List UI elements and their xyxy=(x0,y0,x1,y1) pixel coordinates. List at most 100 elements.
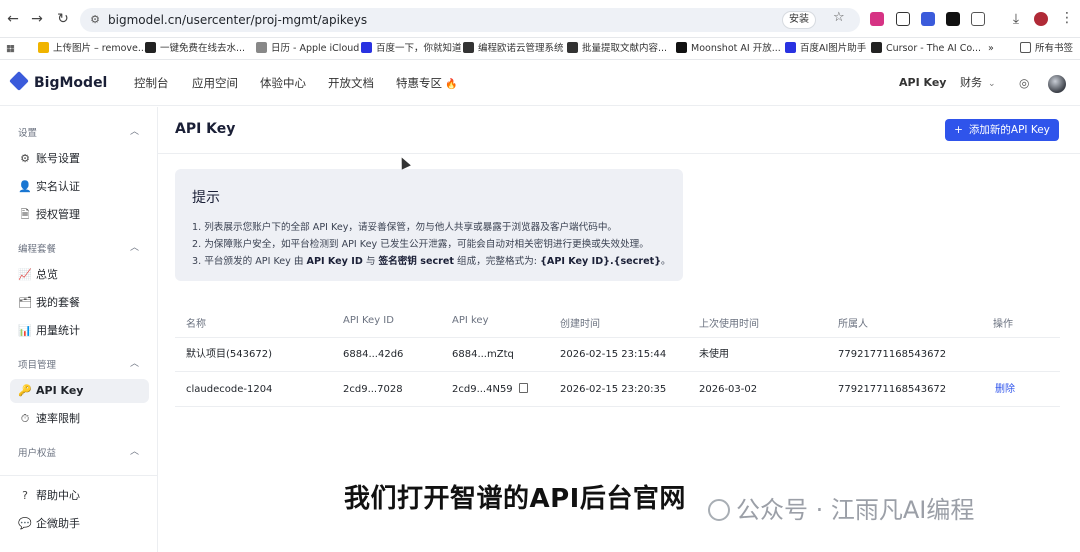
column-header-key: API key xyxy=(452,315,489,326)
bookmark-favicon-icon xyxy=(38,42,49,53)
column-header-last-used: 上次使用时间 xyxy=(699,319,759,330)
cell-key-id: 6884...42d6 xyxy=(343,349,404,360)
cell-created: 2026-02-15 23:15:44 xyxy=(560,349,667,360)
sidebar-group-projects: 项目管理 xyxy=(18,360,57,371)
bookmark-item[interactable]: Moonshot AI 开放... xyxy=(676,42,781,56)
tips-emphasis: 签名密钥 secret xyxy=(378,256,454,267)
bookmark-label: 百度一下，你就知道 xyxy=(376,43,462,54)
bookmark-item[interactable]: 日历 - Apple iCloud xyxy=(256,42,359,56)
sidebar-item-verification[interactable]: 👤 实名认证 xyxy=(10,175,149,199)
user-icon: 👤 xyxy=(18,180,32,193)
address-bar[interactable]: ⚙ bigmodel.cn/usercenter/proj-mgmt/apike… xyxy=(80,8,860,32)
bookmark-item[interactable]: 一键免费在线去水... xyxy=(145,42,245,56)
reload-icon[interactable]: ↻ xyxy=(54,10,72,28)
sidebar-item-label: 帮助中心 xyxy=(36,489,80,502)
cell-last-used: 2026-03-02 xyxy=(699,384,758,395)
all-bookmarks-label: 所有书签 xyxy=(1035,43,1074,54)
chevron-up-icon[interactable]: ︿ xyxy=(130,356,139,369)
sidebar-group-user-benefits: 用户权益 xyxy=(18,448,57,459)
sidebar-group-coding-plan: 编程套餐 xyxy=(18,244,57,255)
sidebar-item-label: 我的套餐 xyxy=(36,296,80,309)
bookmark-item[interactable]: 上传图片 – remove... xyxy=(38,42,147,56)
extension-icon[interactable] xyxy=(896,12,910,26)
bookmark-favicon-icon xyxy=(785,42,796,53)
download-icon[interactable]: ⤓ xyxy=(1007,10,1025,28)
bookmarks-bar: ▦ 上传图片 – remove... 一键免费在线去水... 日历 - Appl… xyxy=(0,38,1080,60)
nav-special-offers-label: 特惠专区 xyxy=(396,76,442,90)
nav-app-space[interactable]: 应用空间 xyxy=(192,75,238,91)
forward-icon[interactable]: → xyxy=(28,10,46,28)
video-caption: 我们打开智谱的API后台官网 xyxy=(344,484,686,514)
chat-icon: 💬 xyxy=(18,517,32,530)
chevron-down-icon: ⌄ xyxy=(988,79,996,89)
header-api-key-link[interactable]: API Key xyxy=(899,75,946,91)
cell-key: 6884...mZtq xyxy=(452,349,514,360)
bookmark-item[interactable]: 批量提取文献内容... xyxy=(567,42,667,56)
nav-special-offers[interactable]: 特惠专区 🔥 xyxy=(396,75,457,93)
sidebar: 设置 ︿ ⚙ 账号设置 👤 实名认证 🗎 授权管理 编程套餐 ︿ 📈 总览 🗂 我的套餐 … xyxy=(0,107,158,552)
gear-icon: ⚙ xyxy=(20,152,30,165)
column-header-key-id: API Key ID xyxy=(343,315,394,326)
extension-icon[interactable] xyxy=(946,12,960,26)
extensions-puzzle-icon[interactable] xyxy=(971,12,985,26)
sidebar-item-my-plan[interactable]: 🗂 我的套餐 xyxy=(10,291,149,315)
bookmark-label: 上传图片 – remove... xyxy=(53,43,147,54)
tips-line: 1. 列表展示您账户下的全部 API Key，请妥善保管，勿与他人共享或暴露于浏… xyxy=(192,222,618,233)
bookmark-label: Cursor - The AI Co... xyxy=(886,43,982,54)
copy-icon[interactable] xyxy=(518,383,528,393)
sidebar-item-help-center[interactable]: ? 帮助中心 xyxy=(10,484,149,508)
chevron-up-icon[interactable]: ︿ xyxy=(130,444,139,457)
sidebar-item-api-key[interactable]: 🔑 API Key xyxy=(10,379,149,403)
chevron-up-icon[interactable]: ︿ xyxy=(130,124,139,137)
bookmark-star-icon[interactable]: ☆ xyxy=(833,10,845,25)
app-header: BigModel 控制台 应用空间 体验中心 开放文档 特惠专区 🔥 API Ke… xyxy=(0,60,1080,106)
sidebar-item-authorization[interactable]: 🗎 授权管理 xyxy=(10,203,149,227)
sidebar-item-overview[interactable]: 📈 总览 xyxy=(10,263,149,287)
delete-button[interactable]: 删除 xyxy=(995,373,1015,407)
nav-experience-center[interactable]: 体验中心 xyxy=(260,75,306,91)
back-icon[interactable]: ← xyxy=(4,10,22,28)
menu-icon[interactable]: ⋮ xyxy=(1060,10,1074,26)
key-icon: 🔑 xyxy=(18,384,32,397)
bookmark-label: 一键免费在线去水... xyxy=(160,43,246,54)
logo-icon xyxy=(9,71,29,91)
nav-open-docs[interactable]: 开放文档 xyxy=(328,75,374,91)
brand-logo[interactable]: BigModel xyxy=(9,71,107,92)
cell-name: claudecode-1204 xyxy=(186,384,273,395)
finance-menu[interactable]: 财务 ⌄ xyxy=(960,75,996,92)
timer-icon: ⏱ xyxy=(20,412,30,425)
package-icon: 🗂 xyxy=(18,296,32,309)
extension-icon[interactable] xyxy=(870,12,884,26)
install-app-button[interactable]: 安装 xyxy=(782,11,816,29)
profile-icon[interactable] xyxy=(1034,12,1048,26)
bookmark-item[interactable]: Cursor - The AI Co... xyxy=(871,42,981,56)
chevron-up-icon[interactable]: ︿ xyxy=(130,240,139,253)
column-header-actions: 操作 xyxy=(993,319,1013,330)
nav-console[interactable]: 控制台 xyxy=(134,75,169,91)
url-text: bigmodel.cn/usercenter/proj-mgmt/apikeys xyxy=(108,13,368,27)
site-info-icon[interactable]: ⚙ xyxy=(88,13,102,27)
bookmark-item[interactable]: 百度一下，你就知道 xyxy=(361,42,462,56)
globe-icon[interactable]: ◎ xyxy=(1019,75,1029,91)
tips-text: 3. 平台颁发的 API Key 由 xyxy=(192,256,307,267)
all-bookmarks-folder[interactable]: 所有书签 xyxy=(1020,42,1073,56)
column-header-created: 创建时间 xyxy=(560,319,600,330)
title-divider xyxy=(158,153,1080,154)
extension-icon[interactable] xyxy=(921,12,935,26)
sidebar-item-wecom-assistant[interactable]: 💬 企微助手 xyxy=(10,512,149,536)
cell-key-text: 2cd9...4N59 xyxy=(452,384,513,395)
more-bookmarks-button[interactable]: » xyxy=(988,42,994,56)
apps-grid-icon[interactable]: ▦ xyxy=(6,42,15,56)
bar-chart-icon: 📊 xyxy=(18,324,32,337)
bookmark-favicon-icon xyxy=(361,42,372,53)
avatar[interactable] xyxy=(1048,75,1066,93)
sidebar-item-usage-stats[interactable]: 📊 用量统计 xyxy=(10,319,149,343)
bookmark-item[interactable]: 百度AI图片助手 xyxy=(785,42,866,56)
sidebar-item-rate-limit[interactable]: ⏱ 速率限制 xyxy=(10,407,149,431)
bookmark-label: 批量提取文献内容... xyxy=(582,43,668,54)
table-row: 默认项目(543672) 6884...42d6 6884...mZtq 202… xyxy=(175,338,1060,372)
bookmark-item[interactable]: 编程欧诺云管理系统 xyxy=(463,42,564,56)
sidebar-item-account-settings[interactable]: ⚙ 账号设置 xyxy=(10,147,149,171)
cell-owner: 77921771168543672 xyxy=(838,349,947,360)
add-api-key-button[interactable]: + 添加新的API Key xyxy=(945,119,1059,141)
